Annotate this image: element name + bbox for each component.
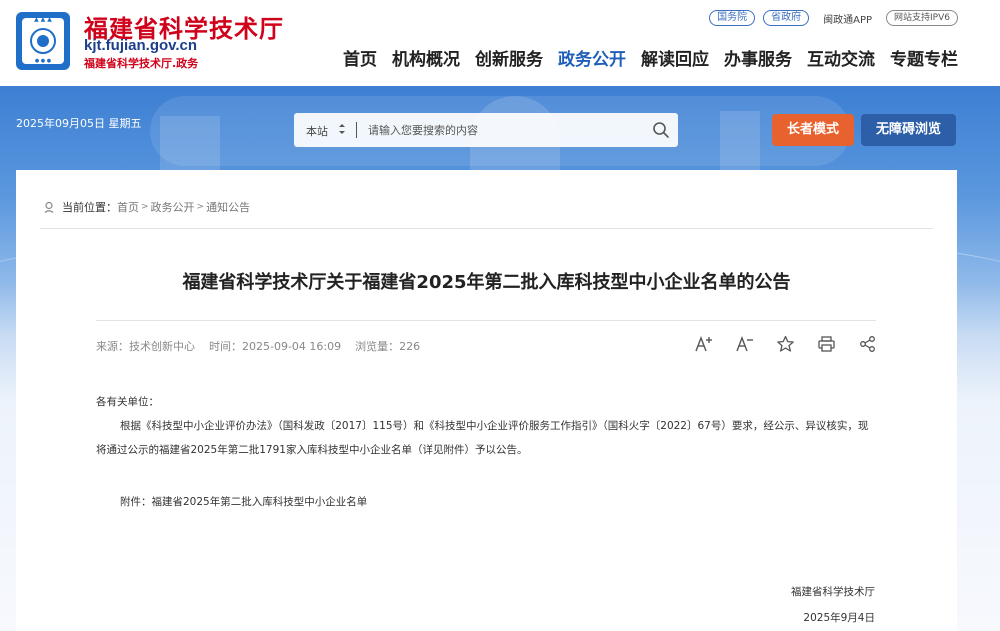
article-meta: 来源：技术创新中心 时间：2025-09-04 16:09 浏览量：226 xyxy=(96,338,420,354)
attachment-link[interactable]: 附件：福建省2025年第二批入库科技型中小企业名单 xyxy=(120,494,367,509)
article-time: 时间：2025-09-04 16:09 xyxy=(209,340,342,353)
breadcrumb-home[interactable]: 首页 xyxy=(117,199,139,215)
emblem-core xyxy=(37,35,49,47)
current-date: 2025年09月05日 星期五 xyxy=(16,117,142,130)
font-increase-button[interactable] xyxy=(694,335,713,353)
font-decrease-icon xyxy=(736,336,753,352)
nav-item-services[interactable]: 办事服务 xyxy=(724,45,792,70)
state-council-link[interactable]: 国务院 xyxy=(709,10,756,26)
breadcrumb-separator: > xyxy=(196,202,205,212)
search-button[interactable] xyxy=(652,121,670,139)
article-card: 当前位置： 首页 > 政务公开 > 通知公告 福建省科学技术厅关于福建省2025… xyxy=(16,170,957,631)
emblem-inner: ▲ ▲ ▲ ● ● ● xyxy=(22,16,64,64)
print-icon xyxy=(818,336,835,352)
nav-item-innovation[interactable]: 创新服务 xyxy=(475,45,543,70)
article-views: 浏览量：226 xyxy=(355,340,421,353)
font-increase-icon xyxy=(695,336,712,352)
article-source: 来源：技术创新中心 xyxy=(96,340,195,353)
nav-item-interaction[interactable]: 互动交流 xyxy=(807,45,875,70)
elder-mode-button[interactable]: 长者模式 xyxy=(772,114,854,146)
print-button[interactable] xyxy=(817,335,836,353)
font-decrease-button[interactable] xyxy=(735,335,754,353)
star-icon xyxy=(777,335,794,352)
top-links: 国务院 省政府 闽政通APP 网站支持IPV6 xyxy=(709,10,958,26)
accessible-browse-button[interactable]: 无障碍浏览 xyxy=(861,114,956,146)
breadcrumb-gov-affairs[interactable]: 政务公开 xyxy=(151,199,195,215)
breadcrumb-label: 当前位置： xyxy=(62,201,117,214)
site-subtitle: 福建省科学技术厅.政务 xyxy=(84,57,199,70)
article-paragraph: 根据《科技型中小企业评价办法》（国科发政〔2017〕115号）和《科技型中小企业… xyxy=(96,420,869,456)
ipv6-badge: 网站支持IPV6 xyxy=(886,10,958,26)
nav-item-interpretation[interactable]: 解读回应 xyxy=(641,45,709,70)
breadcrumb-separator: > xyxy=(141,202,149,212)
breadcrumb-divider xyxy=(40,228,933,229)
app-link[interactable]: 闽政通APP xyxy=(823,11,872,26)
search-bar: 本站 xyxy=(294,113,678,147)
main-nav: 首页 机构概况 创新服务 政务公开 解读回应 办事服务 互动交流 专题专栏 xyxy=(343,45,958,70)
emblem-top-mark: ▲ ▲ ▲ xyxy=(34,16,52,23)
emblem-bottom-mark: ● ● ● xyxy=(34,58,52,64)
article-salutation: 各有关单位： xyxy=(96,396,159,408)
title-divider xyxy=(96,320,876,321)
article-body: 各有关单位： 根据《科技型中小企业评价办法》（国科发政〔2017〕115号）和《… xyxy=(96,390,876,462)
share-icon xyxy=(860,336,875,352)
article-sign-date: 2025年9月4日 xyxy=(803,612,875,624)
search-scope-select[interactable]: 本站 xyxy=(306,123,328,139)
article-title: 福建省科学技术厅关于福建省2025年第二批入库科技型中小企业名单的公告 xyxy=(182,272,791,293)
article-signature: 福建省科学技术厅 xyxy=(791,586,875,598)
article-tools xyxy=(694,335,877,353)
nav-item-gov-affairs[interactable]: 政务公开 xyxy=(558,45,626,70)
emblem-icon[interactable]: ▲ ▲ ▲ ● ● ● xyxy=(16,12,70,70)
nav-item-topics[interactable]: 专题专栏 xyxy=(890,45,958,70)
site-domain: kjt.fujian.gov.cn xyxy=(84,37,198,54)
search-icon xyxy=(653,122,669,138)
breadcrumb: 当前位置： 首页 > 政务公开 > 通知公告 xyxy=(42,199,250,215)
provincial-gov-link[interactable]: 省政府 xyxy=(763,10,810,26)
search-divider xyxy=(356,122,357,138)
nav-item-home[interactable]: 首页 xyxy=(343,45,377,70)
scope-updown-icon[interactable] xyxy=(338,121,346,137)
breadcrumb-notices[interactable]: 通知公告 xyxy=(206,199,250,215)
location-icon xyxy=(44,201,54,213)
site-header: ▲ ▲ ▲ ● ● ● 福建省科学技术厅 kjt.fujian.gov.cn 福… xyxy=(0,0,1000,86)
share-button[interactable] xyxy=(858,335,877,353)
nav-item-organization[interactable]: 机构概况 xyxy=(392,45,460,70)
search-input[interactable] xyxy=(368,121,638,139)
favorite-button[interactable] xyxy=(776,335,795,353)
